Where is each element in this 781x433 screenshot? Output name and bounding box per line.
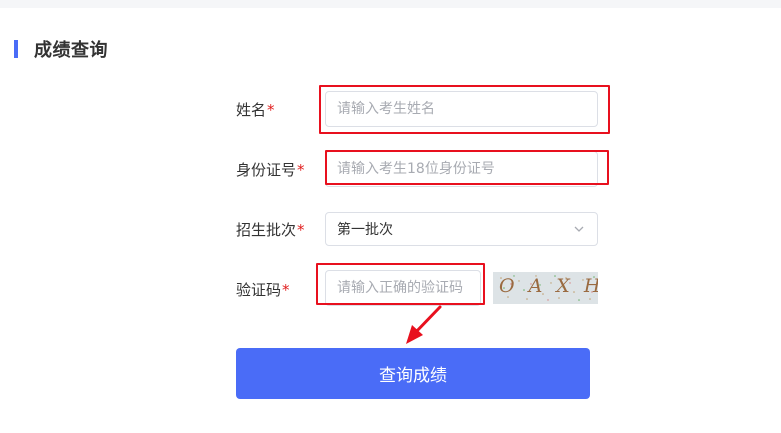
section-header: 成绩查询 (14, 39, 108, 61)
batch-label: 招生批次* (236, 219, 305, 240)
id-number-input[interactable] (325, 151, 598, 187)
required-mark: * (297, 161, 305, 179)
captcha-input[interactable] (325, 270, 481, 306)
name-label: 姓名* (236, 99, 275, 120)
name-input[interactable] (325, 91, 598, 127)
name-label-text: 姓名 (236, 101, 267, 119)
batch-selected-value: 第一批次 (337, 222, 393, 238)
query-score-button[interactable]: 查询成绩 (236, 348, 590, 399)
batch-label-text: 招生批次 (236, 221, 297, 239)
title-accent-bar (14, 40, 18, 58)
page-title: 成绩查询 (34, 40, 108, 61)
required-mark: * (282, 281, 290, 299)
batch-select[interactable]: 第一批次 (325, 212, 598, 246)
id-number-label-text: 身份证号 (236, 161, 297, 179)
required-mark: * (267, 101, 275, 119)
captcha-label: 验证码* (236, 279, 290, 300)
chevron-down-icon (574, 226, 584, 232)
id-number-label: 身份证号* (236, 159, 305, 180)
required-mark: * (297, 221, 305, 239)
captcha-image[interactable]: OAXH (493, 272, 598, 304)
captcha-text: OAXH (499, 275, 598, 297)
captcha-label-text: 验证码 (236, 281, 282, 299)
